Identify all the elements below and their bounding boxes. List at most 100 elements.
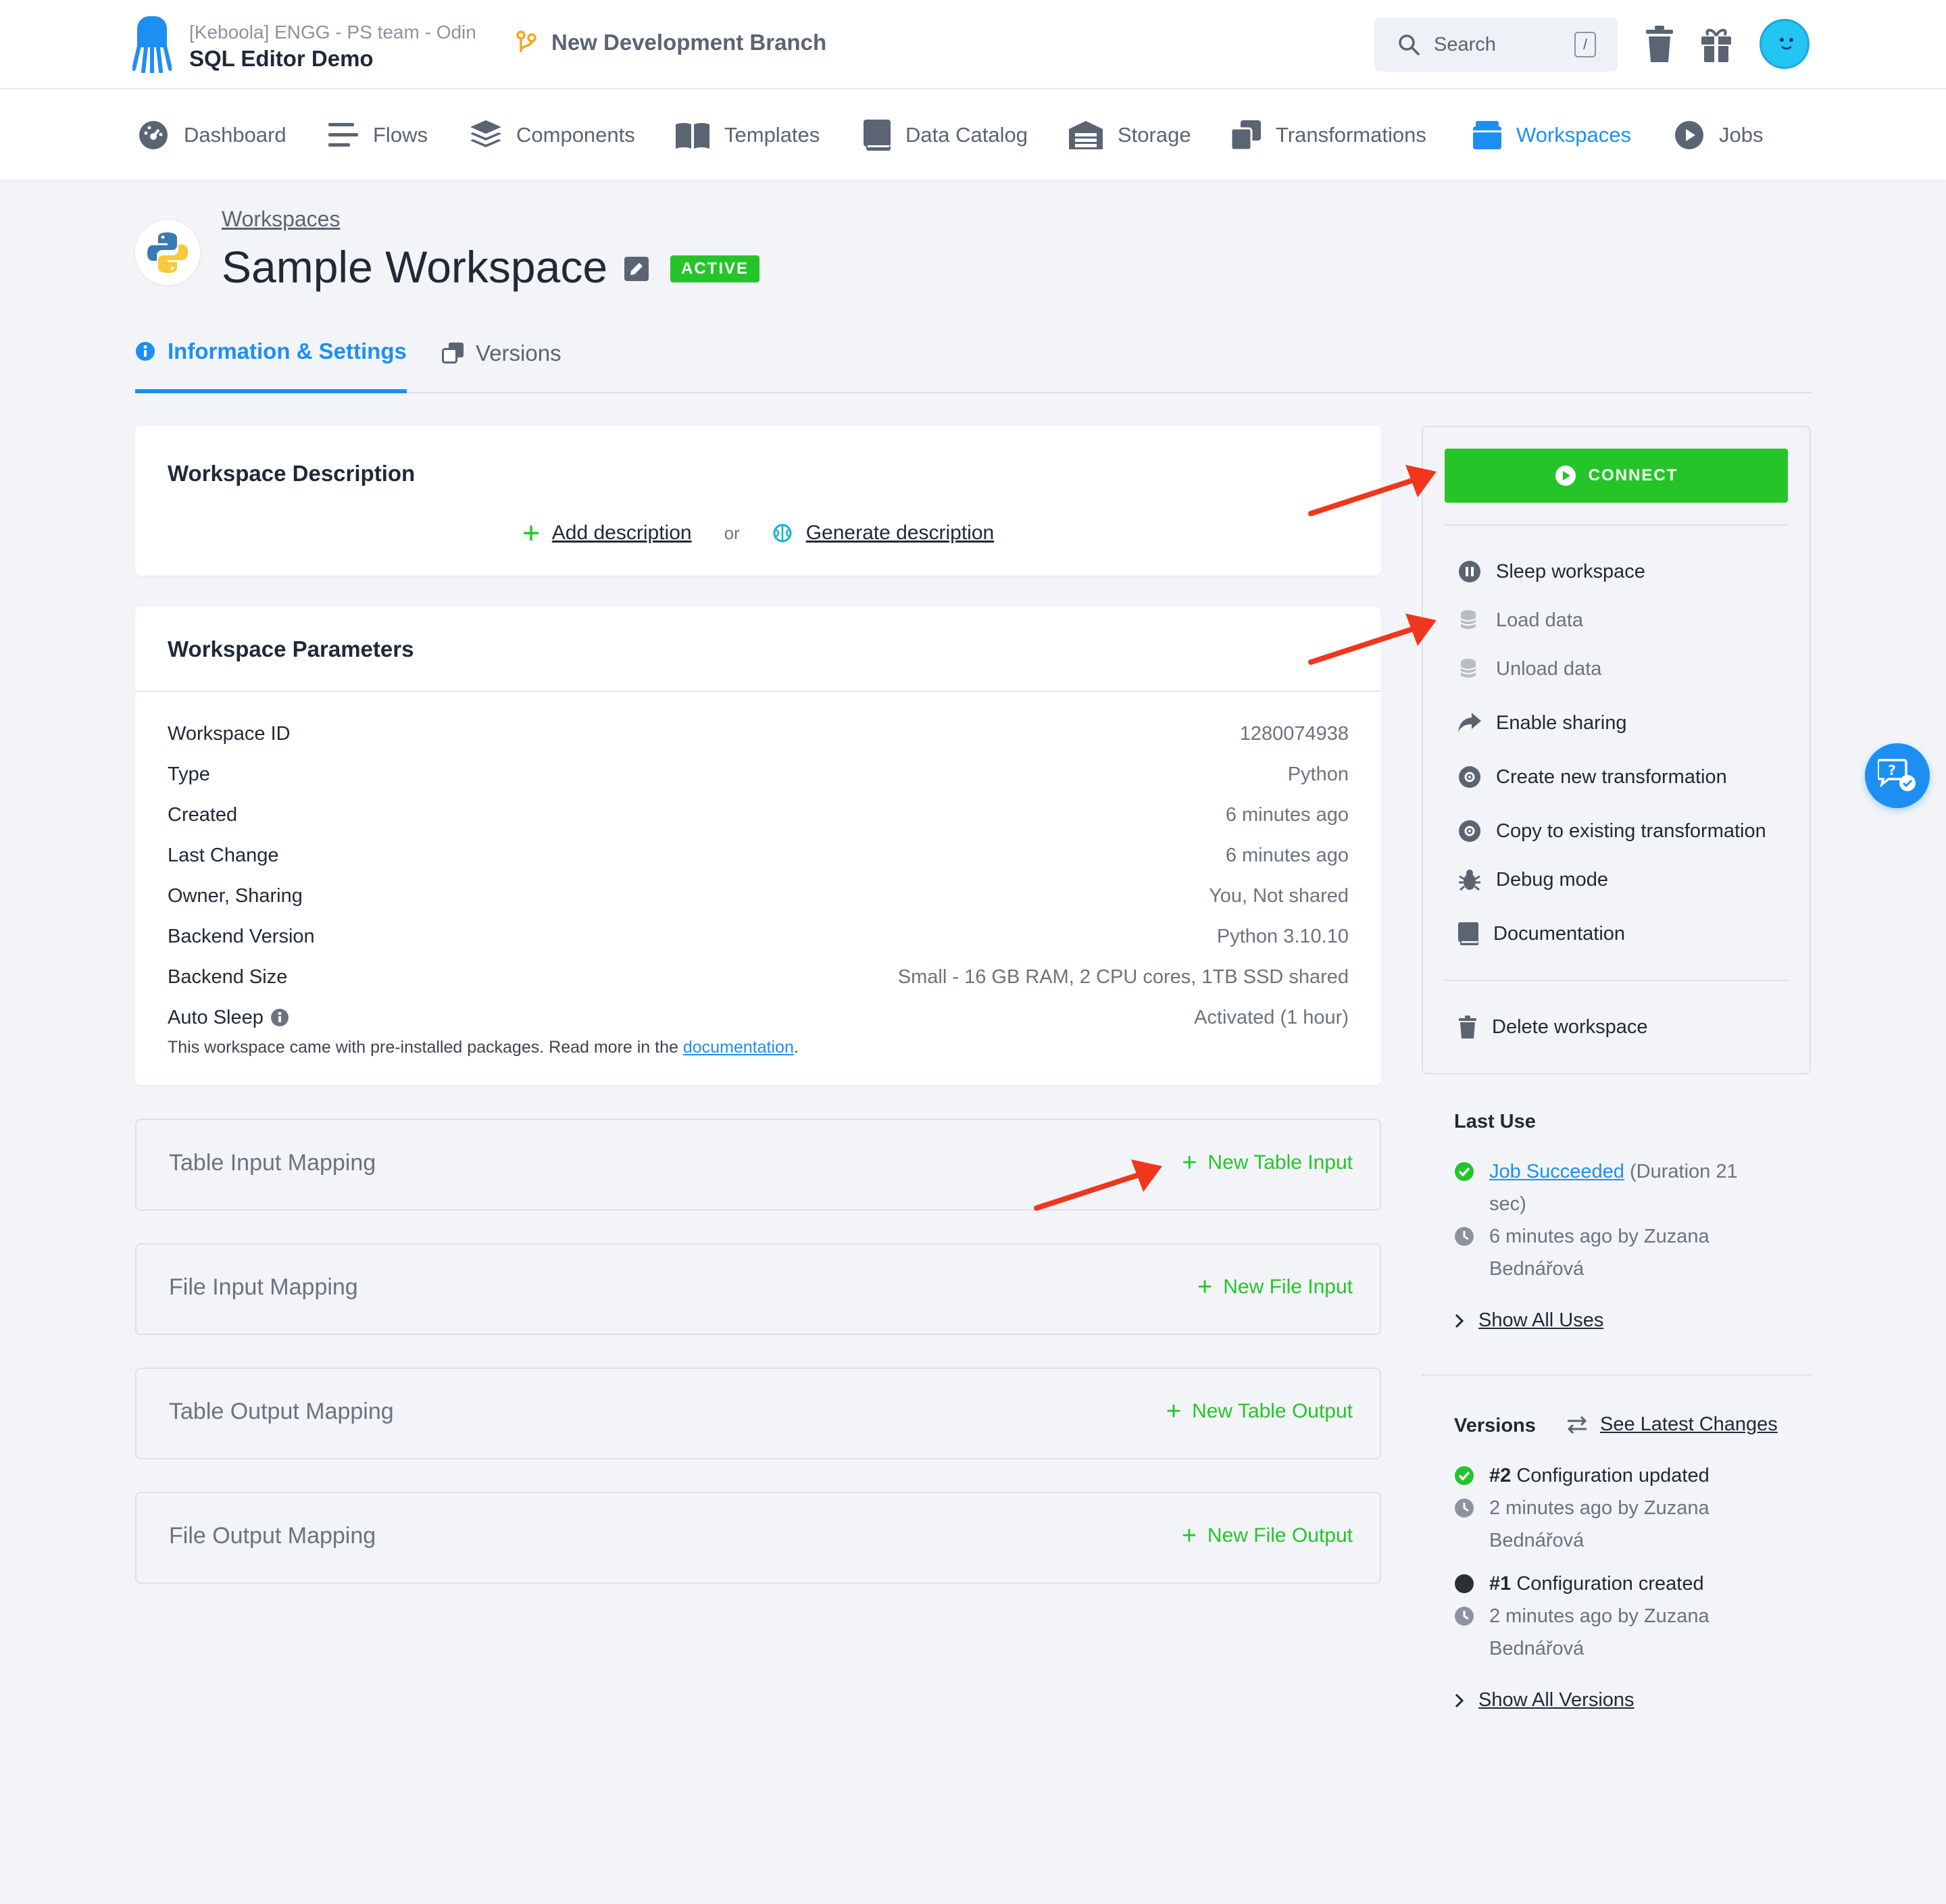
new-table-input-button[interactable]: + New Table Input bbox=[1182, 1150, 1353, 1176]
swap-arrows-icon bbox=[1567, 1416, 1587, 1434]
version-row: #2 Configuration updated bbox=[1454, 1459, 1760, 1492]
nav-workspaces[interactable]: Workspaces bbox=[1473, 116, 1631, 154]
add-description-button[interactable]: Add description bbox=[522, 522, 692, 545]
project-switcher[interactable]: [Keboola] ENGG - PS team - Odin SQL Edit… bbox=[189, 20, 476, 73]
show-all-uses-link[interactable]: Show All Uses bbox=[1454, 1309, 1603, 1332]
version-time-row: 2 minutes ago by Zuzana Bednářová bbox=[1454, 1492, 1760, 1557]
param-row: Owner, Sharing You, Not shared bbox=[168, 882, 1349, 909]
clock-icon bbox=[1455, 1499, 1474, 1518]
param-row: Created 6 minutes ago bbox=[168, 801, 1349, 828]
warehouse-icon bbox=[1069, 121, 1103, 149]
nav-flows[interactable]: Flows bbox=[328, 116, 428, 154]
version-row: #1 Configuration created bbox=[1454, 1568, 1760, 1600]
play-circle-icon bbox=[1555, 466, 1576, 486]
see-latest-changes-link[interactable]: See Latest Changes bbox=[1566, 1413, 1778, 1436]
new-file-output-button[interactable]: + New File Output bbox=[1182, 1523, 1353, 1549]
unload-data-action[interactable]: Unload data bbox=[1458, 655, 1601, 682]
search-box[interactable]: Search / bbox=[1374, 18, 1618, 72]
search-shortcut-key: / bbox=[1574, 32, 1596, 57]
project-name: SQL Editor Demo bbox=[189, 46, 374, 71]
param-key: Type bbox=[168, 763, 210, 785]
nav-label: Storage bbox=[1118, 123, 1191, 147]
status-badge: ACTIVE bbox=[670, 255, 760, 282]
param-row: Backend Version Python 3.10.10 bbox=[168, 923, 1349, 950]
nav-storage[interactable]: Storage bbox=[1069, 116, 1191, 154]
delete-workspace-action[interactable]: Delete workspace bbox=[1458, 1013, 1648, 1041]
last-job-row: Job Succeeded (Duration 21 sec) bbox=[1454, 1155, 1760, 1220]
param-key: Auto Sleep bbox=[168, 1006, 264, 1028]
page-tabs: Information & Settings Versions bbox=[135, 328, 1811, 393]
tab-versions[interactable]: Versions bbox=[442, 328, 562, 393]
enable-sharing-action[interactable]: Enable sharing bbox=[1458, 709, 1626, 736]
mapping-title: Table Input Mapping bbox=[169, 1150, 376, 1176]
file-output-mapping: File Output Mapping + New File Output bbox=[135, 1492, 1381, 1584]
action-label: Enable sharing bbox=[1496, 711, 1627, 734]
mapping-title: File Output Mapping bbox=[169, 1523, 376, 1549]
nav-label: Templates bbox=[724, 123, 820, 147]
bug-icon bbox=[1459, 870, 1480, 891]
search-icon bbox=[1399, 34, 1420, 55]
nav-templates[interactable]: Templates bbox=[676, 116, 820, 154]
param-row: Auto Sleep Activated (1 hour) bbox=[168, 1004, 1349, 1031]
show-all-versions-link[interactable]: Show All Versions bbox=[1454, 1689, 1635, 1711]
action-label: Documentation bbox=[1493, 922, 1626, 945]
nav-jobs[interactable]: Jobs bbox=[1674, 116, 1763, 154]
info-circle-icon[interactable] bbox=[270, 1008, 289, 1027]
gift-icon[interactable] bbox=[1700, 26, 1732, 64]
nav-dashboard[interactable]: Dashboard bbox=[138, 116, 286, 154]
ai-brain-icon bbox=[773, 524, 792, 543]
debug-mode-action[interactable]: Debug mode bbox=[1458, 866, 1608, 893]
create-new-transformation-action[interactable]: Create new transformation bbox=[1458, 763, 1727, 791]
generate-description-button[interactable]: Generate description bbox=[772, 522, 994, 545]
action-label: Delete workspace bbox=[1492, 1016, 1648, 1038]
versions-copy-icon bbox=[442, 343, 464, 364]
branch-switcher[interactable]: New Development Branch bbox=[516, 30, 826, 55]
action-label: Unload data bbox=[1496, 657, 1602, 680]
table-input-mapping: Table Input Mapping + New Table Input bbox=[135, 1119, 1381, 1211]
nav-label: Jobs bbox=[1719, 123, 1764, 147]
user-avatar[interactable] bbox=[1760, 19, 1810, 69]
mapping-title: File Input Mapping bbox=[169, 1274, 358, 1300]
play-circle-icon bbox=[1675, 121, 1703, 149]
annotation-arrow-connect bbox=[1308, 465, 1437, 516]
nav-components[interactable]: Components bbox=[470, 116, 635, 154]
nav-data-catalog[interactable]: Data Catalog bbox=[864, 116, 1028, 154]
load-data-action[interactable]: Load data bbox=[1458, 607, 1583, 634]
nav-label: Data Catalog bbox=[905, 123, 1028, 147]
workspace-box-icon bbox=[1473, 121, 1501, 149]
show-all-uses-label: Show All Uses bbox=[1478, 1309, 1604, 1331]
nav-transformations[interactable]: Transformations bbox=[1231, 116, 1426, 154]
breadcrumb-workspaces[interactable]: Workspaces bbox=[222, 207, 340, 232]
sleep-workspace-action[interactable]: Sleep workspace bbox=[1458, 558, 1645, 585]
keboola-logo-icon[interactable] bbox=[132, 16, 172, 73]
connect-button[interactable]: CONNECT bbox=[1445, 449, 1788, 503]
tab-label: Information & Settings bbox=[168, 339, 407, 364]
new-table-output-button[interactable]: + New Table Output bbox=[1166, 1399, 1353, 1424]
workspace-description-card: Workspace Description Add description or… bbox=[135, 426, 1381, 576]
documentation-link[interactable]: documentation bbox=[683, 1038, 794, 1057]
main-navigation: Dashboard Flows Components Templates Dat… bbox=[0, 89, 1946, 180]
info-circle-icon bbox=[136, 342, 155, 361]
job-succeeded-link[interactable]: Job Succeeded bbox=[1489, 1161, 1624, 1182]
help-chat-button[interactable]: ? bbox=[1865, 743, 1930, 808]
param-row: Backend Size Small - 16 GB RAM, 2 CPU cor… bbox=[168, 963, 1349, 991]
chevron-right-icon bbox=[1455, 1313, 1464, 1328]
pencil-edit-icon[interactable] bbox=[624, 257, 649, 281]
trash-icon[interactable] bbox=[1643, 26, 1676, 64]
pause-circle-icon bbox=[1459, 561, 1480, 582]
version-number: #1 bbox=[1489, 1573, 1512, 1595]
divider bbox=[1445, 524, 1788, 526]
description-title: Workspace Description bbox=[168, 461, 416, 486]
copy-to-existing-transformation-action[interactable]: Copy to existing transformation bbox=[1458, 818, 1766, 845]
param-row: Workspace ID 1280074938 bbox=[168, 720, 1349, 747]
documentation-action[interactable]: Documentation bbox=[1458, 920, 1625, 947]
param-key: Owner, Sharing bbox=[168, 884, 303, 907]
versions-title: Versions bbox=[1454, 1415, 1536, 1436]
new-file-input-button[interactable]: + New File Input bbox=[1197, 1274, 1353, 1300]
param-value: 6 minutes ago bbox=[1225, 803, 1349, 826]
version-description: Configuration updated bbox=[1511, 1465, 1710, 1486]
param-key: Last Change bbox=[168, 844, 279, 866]
tab-information-settings[interactable]: Information & Settings bbox=[135, 328, 407, 393]
version-time-row: 2 minutes ago by Zuzana Bednářová bbox=[1454, 1600, 1760, 1665]
param-value: Small - 16 GB RAM, 2 CPU cores, 1TB SSD … bbox=[897, 966, 1349, 988]
